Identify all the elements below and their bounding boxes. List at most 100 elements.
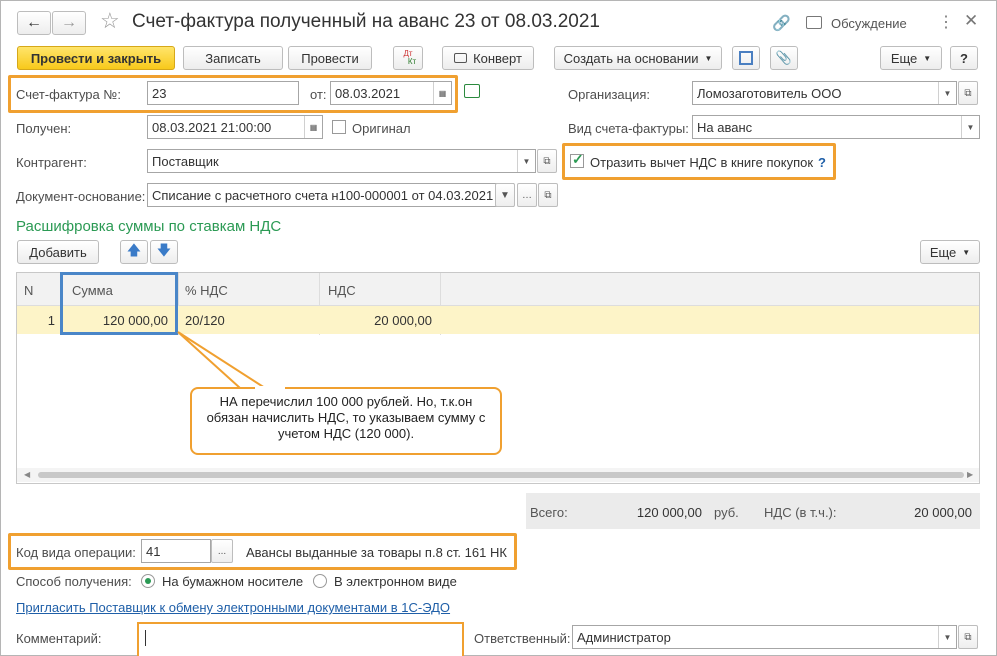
kt-label: Кт: [407, 57, 417, 66]
dropdown-arrow-icon[interactable]: ▼: [961, 116, 979, 138]
row-n-cell: 1: [47, 313, 55, 328]
dropdown-arrow-icon: ▼: [704, 53, 713, 63]
post-button[interactable]: Провести: [288, 46, 372, 70]
calendar-icon[interactable]: ▦: [433, 82, 451, 104]
link-icon[interactable]: 🔗: [772, 14, 791, 32]
column-header-vat[interactable]: НДС: [328, 283, 356, 298]
organization-input[interactable]: Ломозаготовитель ООО ▼: [692, 81, 957, 105]
edit-number-icon[interactable]: [464, 84, 480, 98]
arrow-down-icon: 🡇: [156, 242, 172, 258]
original-checkbox[interactable]: [332, 120, 346, 134]
help-icon[interactable]: ?: [818, 155, 826, 170]
invite-edo-link[interactable]: Пригласить Поставщик к обмену электронны…: [16, 600, 450, 615]
electronic-radio[interactable]: [313, 574, 327, 588]
vat-total-value: 20 000,00: [914, 505, 972, 520]
structure-icon: [739, 51, 753, 65]
discussion-link[interactable]: Обсуждение: [831, 16, 907, 31]
dt-kt-button[interactable]: Дт Кт: [393, 46, 423, 70]
envelope-button[interactable]: Конверт: [442, 46, 534, 70]
favorite-star-icon[interactable]: ☆: [100, 8, 120, 34]
base-document-value: Списание с расчетного счета н100-000001 …: [152, 188, 494, 203]
check-icon: ✓: [572, 151, 584, 167]
structure-button[interactable]: [732, 46, 760, 70]
table-more-button[interactable]: Еще ▼: [920, 240, 980, 264]
post-and-close-button[interactable]: Провести и закрыть: [17, 46, 175, 70]
total-label: Всего:: [530, 505, 568, 520]
open-base-document-button[interactable]: ⧉: [538, 183, 558, 207]
scroll-right-icon[interactable]: ▶: [967, 470, 973, 479]
organization-label: Организация:: [568, 87, 651, 102]
save-button[interactable]: Записать: [183, 46, 283, 70]
row-vat-rate-cell[interactable]: 20/120: [185, 313, 225, 328]
counterparty-label: Контрагент:: [16, 155, 87, 170]
dropdown-arrow-icon[interactable]: ▼: [495, 183, 515, 207]
operation-code-label: Код вида операции:: [16, 545, 136, 560]
forward-button[interactable]: →: [52, 11, 86, 35]
operation-code-description: Авансы выданные за товары п.8 ст. 161 НК: [246, 545, 507, 560]
paper-radio[interactable]: [141, 574, 155, 588]
invoice-type-label: Вид счета-фактуры:: [568, 121, 689, 136]
text-cursor: [145, 630, 146, 646]
table-more-label: Еще: [929, 244, 957, 260]
back-button[interactable]: ←: [17, 11, 51, 35]
operation-code-select-button[interactable]: ...: [211, 539, 233, 563]
close-icon[interactable]: ✕: [964, 11, 978, 31]
base-document-input[interactable]: Списание с расчетного счета н100-000001 …: [147, 183, 514, 207]
discussion-icon: [806, 16, 822, 29]
more-vertical-icon[interactable]: ⋮: [938, 12, 954, 32]
dropdown-arrow-icon[interactable]: ▼: [938, 82, 956, 104]
invoice-type-value: На аванс: [697, 120, 753, 135]
invoice-number-input[interactable]: 23: [147, 81, 299, 105]
dropdown-arrow-icon[interactable]: ▼: [938, 626, 956, 648]
create-based-label: Создать на основании: [563, 50, 699, 66]
open-responsible-button[interactable]: ⧉: [958, 625, 978, 649]
responsible-input[interactable]: Администратор ▼: [572, 625, 957, 649]
received-value: 08.03.2021 21:00:00: [152, 120, 272, 135]
currency-label: руб.: [714, 505, 739, 520]
create-based-button[interactable]: Создать на основании ▼: [554, 46, 722, 70]
scroll-left-icon[interactable]: ◀: [24, 470, 30, 479]
receive-method-label: Способ получения:: [16, 574, 132, 589]
column-header-n[interactable]: N: [24, 283, 33, 298]
scrollbar-thumb[interactable]: [38, 472, 964, 478]
more-button[interactable]: Еще ▼: [880, 46, 942, 70]
comment-input[interactable]: [137, 622, 464, 656]
total-value: 120 000,00: [636, 505, 702, 520]
help-button[interactable]: ?: [950, 46, 978, 70]
invoice-number-label: Счет-фактура №:: [16, 87, 121, 102]
move-up-button[interactable]: 🡅: [120, 240, 148, 264]
original-label: Оригинал: [352, 121, 411, 136]
counterparty-input[interactable]: Поставщик ▼: [147, 149, 536, 173]
base-document-select-button[interactable]: …: [517, 183, 537, 207]
dropdown-arrow-icon: ▼: [962, 247, 971, 257]
sum-column-highlight: [60, 272, 178, 335]
responsible-value: Администратор: [577, 630, 671, 645]
add-row-button[interactable]: Добавить: [17, 240, 99, 264]
envelope-label: Конверт: [473, 50, 522, 66]
invoice-date-input[interactable]: 08.03.2021 ▦: [330, 81, 452, 105]
row-vat-cell[interactable]: 20 000,00: [322, 313, 432, 328]
open-organization-button[interactable]: ⧉: [958, 81, 978, 105]
dropdown-arrow-icon[interactable]: ▼: [517, 150, 535, 172]
comment-label: Комментарий:: [16, 631, 102, 646]
responsible-label: Ответственный:: [474, 631, 571, 646]
more-label: Еще: [890, 50, 918, 66]
organization-value: Ломозаготовитель ООО: [697, 86, 842, 101]
attach-button[interactable]: 📎: [770, 46, 798, 70]
arrow-up-icon: 🡅: [126, 242, 142, 258]
invoice-type-select[interactable]: На аванс ▼: [692, 115, 980, 139]
open-counterparty-button[interactable]: ⧉: [537, 149, 557, 173]
window-title: Счет-фактура полученный на аванс 23 от 0…: [132, 11, 600, 32]
paperclip-icon: 📎: [775, 50, 793, 65]
vat-total-label: НДС (в т.ч.):: [764, 505, 837, 520]
column-header-vat-rate[interactable]: % НДС: [185, 283, 228, 298]
callout-note: НА перечислил 100 000 рублей. Но, т.к.он…: [190, 387, 502, 455]
invoice-date-value: 08.03.2021: [335, 86, 401, 101]
arrow-left-icon: ←: [26, 14, 42, 31]
operation-code-input[interactable]: 41: [141, 539, 211, 563]
received-input[interactable]: 08.03.2021 21:00:00 ▦: [147, 115, 323, 139]
move-down-button[interactable]: 🡇: [150, 240, 178, 264]
calendar-icon[interactable]: ▦: [304, 116, 322, 138]
reflect-vat-checkbox[interactable]: ✓: [570, 151, 584, 168]
arrow-right-icon: →: [61, 14, 77, 31]
